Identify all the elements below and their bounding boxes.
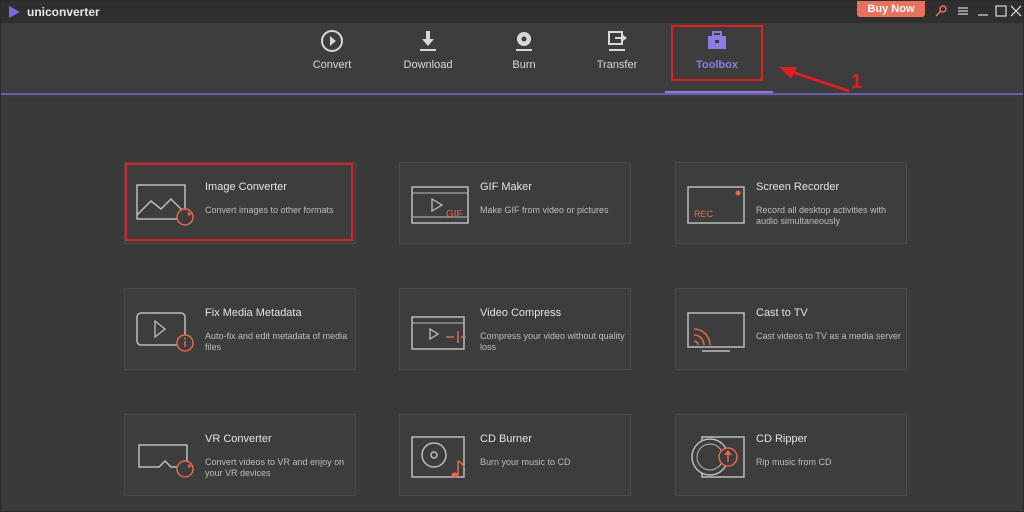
tool-card-vr-converter[interactable]: VR Converter Convert videos to VR and en…	[124, 414, 356, 496]
tool-description: Auto-fix and edit metadata of media file…	[205, 331, 348, 352]
arrow-1-icon	[779, 67, 850, 93]
gif-maker-icon: GIF	[411, 186, 469, 224]
tool-card-video-compress[interactable]: Video Compress Compress your video witho…	[399, 288, 631, 370]
burn-icon	[516, 32, 532, 51]
nav-download[interactable]: Download	[383, 23, 473, 93]
tool-title: Video Compress	[480, 307, 562, 319]
maximize-icon[interactable]	[994, 4, 1008, 18]
minimize-icon[interactable]	[976, 4, 990, 18]
gif-icon-text: GIF	[446, 209, 463, 220]
tool-description: Cast videos to TV as a media server	[756, 331, 901, 341]
tool-description: Make GIF from video or pictures	[480, 205, 609, 215]
tool-card-cd-ripper[interactable]: CD Ripper Rip music from CD	[675, 414, 907, 496]
screen-recorder-icon: REC	[687, 186, 745, 224]
tool-description: Convert videos to VR and enjoy on your V…	[205, 457, 345, 478]
download-icon	[420, 31, 436, 51]
tool-description: Rip music from CD	[756, 457, 832, 467]
buy-now-button[interactable]: Buy Now	[857, 1, 925, 17]
app-logo-icon	[9, 6, 20, 18]
app-window: uniconverter Buy Now Convert Download Bu…	[0, 0, 1024, 512]
image-converter-highlight-box	[125, 163, 353, 241]
menu-icon[interactable]	[956, 4, 970, 18]
vr-converter-icon	[138, 444, 194, 478]
cast-tv-icon	[687, 312, 745, 352]
nav-transfer[interactable]: Transfer	[572, 23, 662, 93]
tool-description: Record all desktop activities with audio…	[756, 205, 887, 226]
rec-icon-text: REC	[694, 209, 714, 219]
tool-title: VR Converter	[205, 433, 272, 445]
tool-title: Screen Recorder	[756, 181, 840, 193]
tool-title: CD Ripper	[756, 433, 808, 445]
tool-card-fix-media-metadata[interactable]: Fix Media Metadata Auto-fix and edit met…	[124, 288, 356, 370]
nav-burn-label: Burn	[512, 59, 536, 71]
convert-icon	[321, 30, 343, 52]
video-compress-icon	[411, 316, 466, 350]
metadata-icon	[136, 312, 194, 352]
cd-ripper-icon	[691, 436, 745, 478]
title-bar: uniconverter Buy Now	[1, 1, 1023, 23]
app-title: uniconverter	[27, 5, 100, 19]
cd-burner-icon	[411, 436, 465, 478]
tool-title: Fix Media Metadata	[205, 307, 302, 319]
tool-description: Compress your video without quality loss	[480, 331, 625, 352]
nav-transfer-label: Transfer	[596, 59, 638, 71]
tool-card-cd-burner[interactable]: CD Burner Burn your music to CD	[399, 414, 631, 496]
key-icon[interactable]	[934, 4, 948, 18]
main-nav: Convert Download Burn Transfer Toolbox	[1, 23, 1023, 95]
annotation-number-1: 1	[851, 71, 863, 93]
transfer-icon	[608, 31, 627, 51]
tool-title: CD Burner	[480, 433, 532, 445]
nav-convert[interactable]: Convert	[287, 23, 377, 93]
active-tab-indicator	[665, 91, 773, 93]
tool-description: Burn your music to CD	[480, 457, 571, 467]
toolbox-highlight-box	[671, 25, 763, 81]
nav-download-label: Download	[403, 59, 453, 71]
nav-convert-label: Convert	[312, 59, 352, 71]
tool-card-screen-recorder[interactable]: REC Screen Recorder Record all desktop a…	[675, 162, 907, 244]
tool-card-cast-to-tv[interactable]: Cast to TV Cast videos to TV as a media …	[675, 288, 907, 370]
tool-title: Cast to TV	[756, 307, 808, 319]
nav-burn[interactable]: Burn	[479, 23, 569, 93]
tool-card-gif-maker[interactable]: GIF GIF Maker Make GIF from video or pic…	[399, 162, 631, 244]
tool-title: GIF Maker	[480, 181, 532, 193]
close-icon[interactable]	[1009, 4, 1023, 18]
